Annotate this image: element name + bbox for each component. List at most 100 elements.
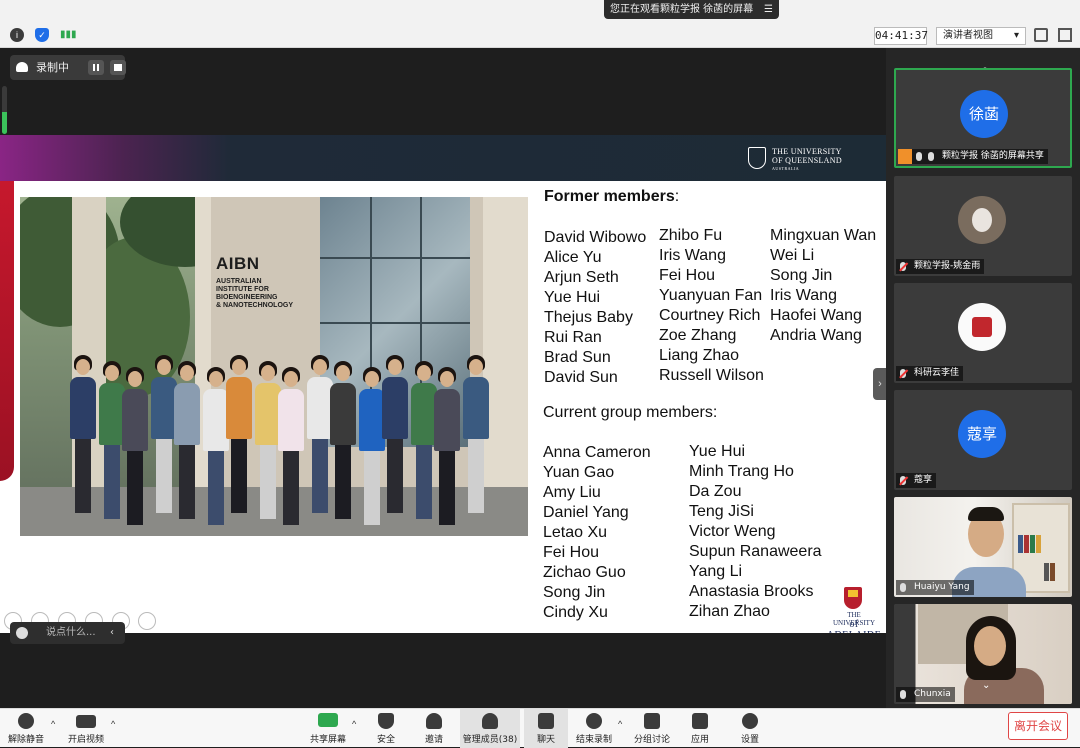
- member-name: Yue Hui: [689, 443, 746, 460]
- member-name: Supun Ranaweera: [689, 543, 822, 560]
- adelaide-shield-icon: [844, 587, 862, 609]
- chat-button[interactable]: 聊天: [524, 709, 568, 748]
- member-name: Song Jin: [543, 584, 606, 601]
- video-off-icon: [76, 715, 96, 728]
- apps-icon: [692, 713, 708, 729]
- stop-recording-toolbar-button[interactable]: 结束录制: [572, 709, 616, 748]
- member-name: Zihan Zhao: [689, 603, 770, 620]
- member-name: Rui Ran: [544, 329, 602, 346]
- mic-muted-icon: [18, 713, 34, 729]
- share-status-banner[interactable]: 您正在观看颗粒学报 徐菡的屏幕 ☰: [604, 0, 779, 19]
- participant-name: Huaiyu Yang: [896, 580, 974, 595]
- participant-avatar: [958, 196, 1006, 244]
- mic-level-meter: [2, 86, 7, 134]
- member-name: Song Jin: [770, 267, 833, 284]
- info-icon[interactable]: i: [10, 28, 24, 42]
- chat-icon: [538, 713, 554, 729]
- participant-tile[interactable]: 蔻享 蔻享: [894, 390, 1072, 490]
- former-members-title: Former members:: [544, 188, 680, 205]
- manage-members-button[interactable]: 管理成员(38): [460, 709, 520, 748]
- member-name: Fei Hou: [543, 544, 600, 561]
- participant-avatar: 蔻享: [958, 410, 1006, 458]
- share-banner-text: 您正在观看颗粒学报 徐菡的屏幕: [610, 4, 754, 15]
- emoji-icon[interactable]: [16, 627, 28, 639]
- member-name: Letao Xu: [543, 524, 608, 541]
- invite-button[interactable]: 邀请: [414, 709, 454, 748]
- mic-icon: [900, 690, 906, 699]
- record-icon: [586, 713, 602, 729]
- participant-tile[interactable]: 颗粒学报-姚金雨: [894, 176, 1072, 276]
- presentation-slide: The University of Queensland AUSTRALIA A…: [0, 135, 886, 633]
- member-name: Minh Trang Ho: [689, 463, 794, 480]
- fullscreen-icon[interactable]: [1034, 28, 1048, 42]
- share-screen-button[interactable]: 共享屏幕: [306, 709, 350, 748]
- group-photo: AIBN AUSTRALIAN INSTITUTE FOR BIOENGINEE…: [20, 197, 528, 536]
- chevron-up-icon[interactable]: ^: [51, 719, 55, 729]
- mic-icon: [928, 152, 934, 161]
- chevron-up-icon[interactable]: ^: [111, 719, 115, 729]
- participant-name: 颗粒学报 徐菡的屏幕共享: [912, 149, 1048, 164]
- current-members-title: Current group members:: [543, 404, 718, 421]
- stop-recording-button[interactable]: [110, 60, 126, 75]
- layout-icon[interactable]: [1058, 28, 1072, 42]
- participant-avatar: 徐菡: [960, 90, 1008, 138]
- settings-button[interactable]: 设置: [730, 709, 770, 748]
- member-name: David Wibowo: [544, 229, 647, 246]
- participant-video-tile[interactable]: Huaiyu Yang: [894, 497, 1072, 597]
- member-name: Teng JiSi: [689, 503, 754, 520]
- participant-video-tile[interactable]: ⌄ Chunxia: [894, 604, 1072, 704]
- signal-icon[interactable]: ▮▮▮: [60, 28, 77, 42]
- window-top-bar: 您正在观看颗粒学报 徐菡的屏幕 ☰ i ✓ ▮▮▮ 04:41:37 演讲者视图…: [0, 0, 1080, 48]
- recording-bar: 录制中: [10, 55, 126, 80]
- uq-logo: The University of Queensland AUSTRALIA: [748, 147, 848, 171]
- member-name: Arjun Seth: [544, 269, 619, 286]
- chevron-down-icon[interactable]: ⌄: [982, 680, 990, 691]
- chat-input-bar[interactable]: 说点什么... ‹: [10, 622, 125, 644]
- adelaide-logo: THE UNIVERSITY of ADELAIDE: [826, 587, 882, 633]
- share-screen-icon: [318, 713, 338, 727]
- aibn-sign: AIBN AUSTRALIAN INSTITUTE FOR BIOENGINEE…: [216, 254, 293, 309]
- chat-input-placeholder: 说点什么...: [46, 627, 96, 638]
- participant-tile[interactable]: 徐菡 颗粒学报 徐菡的屏幕共享: [894, 68, 1072, 168]
- meeting-timer: 04:41:37: [874, 27, 928, 45]
- uq-crest-icon: [748, 147, 766, 169]
- leave-meeting-button[interactable]: 离开会议: [1008, 712, 1068, 740]
- breakout-rooms-button[interactable]: 分组讨论: [630, 709, 674, 748]
- security-button[interactable]: 安全: [366, 709, 406, 748]
- collapse-panel-button[interactable]: ›: [873, 368, 887, 400]
- former-members-col1: David Wibowo Alice Yu Arjun Seth Yue Hui The…: [544, 228, 646, 388]
- member-name: Cindy Xu: [543, 604, 608, 621]
- pause-recording-button[interactable]: [88, 60, 104, 75]
- reaction-icon[interactable]: [138, 612, 156, 630]
- member-name: Alice Yu: [544, 249, 602, 266]
- apps-button[interactable]: 应用: [680, 709, 720, 748]
- start-video-button[interactable]: 开启视频: [64, 709, 108, 748]
- chevron-down-icon: ▾: [1013, 30, 1019, 41]
- participant-avatar: [958, 303, 1006, 351]
- meeting-toolbar: 解除静音 ^ 开启视频 ^ 共享屏幕 ^ 安全 邀请 管理成员(38) 聊天 结…: [0, 708, 1080, 748]
- mic-muted-icon: [900, 262, 906, 271]
- view-mode-dropdown[interactable]: 演讲者视图 ▾: [936, 27, 1026, 45]
- member-name: Iris Wang: [770, 287, 837, 304]
- chevron-up-icon[interactable]: ^: [352, 719, 356, 729]
- member-name: Thejus Baby: [544, 309, 633, 326]
- shield-icon[interactable]: ✓: [35, 28, 49, 42]
- screen-share-icon: [916, 152, 922, 161]
- member-name: Da Zou: [689, 483, 742, 500]
- current-members-col2: Yue Hui Minh Trang Ho Da Zou Teng JiSi Victo…: [689, 442, 822, 622]
- participant-name: 科研云李佳: [896, 366, 964, 381]
- member-name: Russell Wilson: [659, 367, 764, 384]
- member-name: Haofei Wang: [770, 307, 862, 324]
- chevron-up-icon[interactable]: ^: [618, 719, 622, 729]
- unmute-button[interactable]: 解除静音: [4, 709, 48, 748]
- chevron-left-icon[interactable]: ‹: [110, 622, 114, 644]
- member-name: Yang Li: [689, 563, 743, 580]
- menu-icon[interactable]: ☰: [764, 0, 773, 19]
- former-members-col3: Mingxuan Wan Wei Li Song Jin Iris Wang Haofe…: [770, 226, 876, 346]
- participant-tile[interactable]: 科研云李佳: [894, 283, 1072, 383]
- member-name: Daniel Yang: [543, 504, 629, 521]
- member-name: Zhibo Fu: [659, 227, 723, 244]
- member-name: Amy Liu: [543, 484, 601, 501]
- member-name: Liang Zhao: [659, 347, 740, 364]
- mic-icon: [900, 583, 906, 592]
